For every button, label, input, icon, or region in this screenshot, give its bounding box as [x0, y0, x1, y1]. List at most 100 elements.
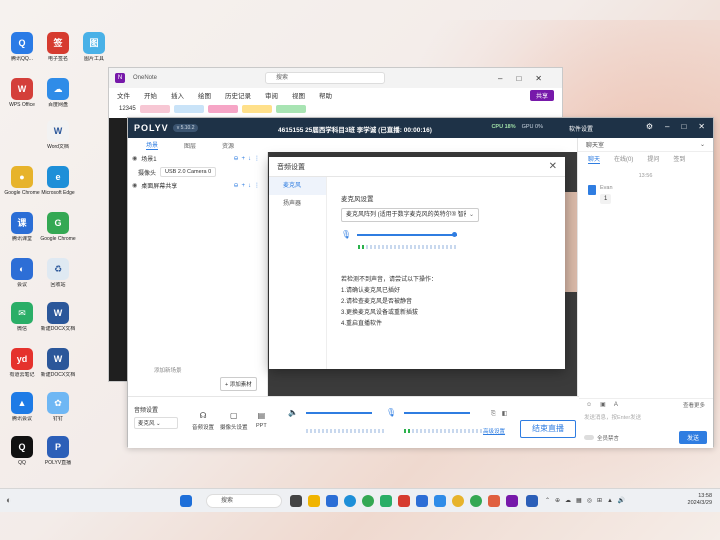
eye-icon[interactable]: ◉ — [132, 155, 137, 162]
onenote-window-controls[interactable]: –□✕ — [498, 74, 556, 83]
modal-side-item[interactable]: 麦克风 — [269, 177, 326, 195]
menu-item[interactable]: 开始 — [144, 90, 157, 100]
chat-tab[interactable]: 签到 — [673, 154, 685, 163]
app-icon[interactable] — [398, 495, 410, 507]
settings-link[interactable]: 软件设置 — [569, 124, 593, 133]
section-tab[interactable] — [139, 104, 170, 113]
mute-all-toggle[interactable] — [584, 435, 594, 440]
modal-side-item[interactable]: 扬声器 — [269, 195, 326, 213]
menu-item[interactable]: 帮助 — [319, 90, 332, 100]
weather-icon[interactable]: ◐ — [6, 495, 11, 505]
speaker-icon[interactable]: 🔈 — [288, 408, 298, 417]
desktop-icon[interactable]: 签电子签名 — [40, 32, 76, 62]
camera-settings-button[interactable]: ▢ 摄像头设置 — [220, 411, 248, 431]
desktop-icon[interactable]: 课腾讯课堂 — [4, 212, 40, 242]
menu-item[interactable]: 插入 — [171, 90, 184, 100]
ppt-button[interactable]: ▤ PPT — [256, 411, 267, 429]
section-tab[interactable] — [173, 104, 204, 113]
onenote-search-input[interactable]: 搜索 — [265, 72, 386, 84]
desktop-icon[interactable]: W 新建DOCX文档 — [40, 302, 76, 332]
chrome-icon[interactable] — [470, 495, 482, 507]
desktop-icon[interactable]: G Google Chrome — [40, 212, 76, 242]
desktop-icon[interactable]: ♻ 回收站 — [40, 258, 76, 288]
desktop-icon[interactable]: ✿ 钉钉 — [40, 392, 76, 422]
start-icon[interactable] — [180, 495, 192, 507]
section-tab[interactable] — [241, 104, 272, 113]
end-live-button[interactable]: 结束直播 — [520, 420, 576, 438]
close-icon[interactable]: ✕ — [698, 122, 705, 131]
file-explorer-icon[interactable] — [308, 495, 320, 507]
desktop-icon[interactable]: ✉ 微信 — [4, 302, 40, 332]
mic-mode-select[interactable]: 麦克风 ⌄ — [134, 417, 178, 429]
desktop-icon[interactable]: ☁ 百度网盘 — [40, 78, 76, 108]
app-icon[interactable] — [488, 495, 500, 507]
task-view-icon[interactable] — [290, 495, 302, 507]
section-tab[interactable] — [275, 104, 306, 113]
clock[interactable]: 13:58 2024/3/29 — [688, 493, 712, 507]
cloud-icon[interactable] — [434, 495, 446, 507]
wechat-icon[interactable] — [380, 495, 392, 507]
camera-row[interactable]: 摄像头 USB 2.0 Camera 0 — [128, 165, 267, 179]
scene-controls[interactable]: ⊖+↓⋮ — [233, 155, 263, 162]
bottom-tool-icons[interactable]: ⎘◧ — [491, 410, 513, 418]
image-icon[interactable]: ▣ — [600, 401, 606, 408]
speaker-volume-slider[interactable] — [306, 412, 372, 414]
desktop-icon[interactable]: W Word文档 — [40, 120, 76, 150]
system-tray-icons[interactable]: ⌃⊕☁▦◎⊞▲🔊 — [545, 497, 630, 504]
add-scene-link[interactable]: 添加新场景 — [154, 366, 182, 374]
chat-tab[interactable]: 在线(0) — [614, 154, 633, 163]
screen-controls[interactable]: ⊖+↓⋮ — [233, 182, 263, 189]
view-more-link[interactable]: 查看更多 — [683, 401, 705, 409]
gear-icon[interactable]: ⚙ — [646, 122, 653, 131]
chrome-icon[interactable] — [452, 495, 464, 507]
store-icon[interactable] — [326, 495, 338, 507]
font-icon[interactable]: A — [614, 402, 618, 408]
mic-gain-slider[interactable] — [357, 231, 458, 237]
polyv-window-controls[interactable]: ⚙ – □ ✕ — [646, 122, 705, 131]
onenote-icon[interactable] — [506, 495, 518, 507]
desktop-icon[interactable]: W 新建DOCX文档 — [40, 348, 76, 378]
scene-row[interactable]: ◉ 场景1 ⊖+↓⋮ — [128, 152, 267, 165]
section-tab[interactable] — [207, 104, 238, 113]
send-button[interactable]: 发送 — [678, 431, 707, 444]
desktop-icon[interactable]: e Microsoft Edge — [40, 166, 76, 196]
edge-icon[interactable] — [344, 495, 356, 507]
screen-share-row[interactable]: ◉ 桌面屏幕共享 ⊖+↓⋮ — [128, 179, 267, 192]
menu-item[interactable]: 视图 — [292, 90, 305, 100]
desktop-icon[interactable]: ▲ 腾讯会议 — [4, 392, 40, 422]
app-icon[interactable] — [416, 495, 428, 507]
camera-select[interactable]: USB 2.0 Camera 0 — [160, 167, 217, 177]
desktop-icon[interactable]: ● Google Chrome — [4, 166, 40, 196]
tab-0[interactable]: 场景 — [146, 140, 159, 150]
chat-input[interactable]: 发送消息，按Enter发送 — [584, 413, 707, 421]
desktop-icon[interactable]: 图图片工具 — [76, 32, 112, 62]
minimize-icon[interactable]: – — [665, 122, 669, 131]
menu-item[interactable]: 文件 — [117, 90, 130, 100]
desktop-icon[interactable]: ◐ 会议 — [4, 258, 40, 288]
audio-settings-button[interactable]: ☊ 音频设置 — [192, 411, 214, 431]
advanced-settings-link[interactable]: 高级设置 — [483, 427, 505, 435]
menu-item[interactable]: 历史记录 — [225, 90, 251, 100]
desktop-icon[interactable]: Q 腾讯QQ... — [4, 32, 40, 62]
desktop-icon[interactable]: W WPS Office — [4, 78, 40, 108]
menu-item[interactable]: 审阅 — [265, 90, 278, 100]
maximize-icon[interactable]: □ — [681, 122, 686, 131]
chat-tab[interactable]: 提问 — [647, 154, 659, 163]
share-button[interactable]: 共享 — [529, 89, 554, 101]
add-source-button[interactable]: + 添加素材 — [220, 377, 257, 391]
desktop-icon[interactable]: yd 有道云笔记 — [4, 348, 40, 378]
desktop-icon[interactable]: Q QQ — [4, 436, 40, 466]
close-icon[interactable]: ✕ — [549, 161, 557, 172]
chrome-icon[interactable] — [362, 495, 374, 507]
tab-1[interactable]: 图层 — [184, 141, 196, 150]
emoji-icon[interactable]: ☺ — [586, 402, 592, 408]
chat-tab[interactable]: 聊天 — [588, 154, 601, 164]
mic-device-select[interactable]: 麦克风阵列 (适用于数字麦克风的英特尔® 智能音频) ⌄ — [341, 208, 479, 222]
desktop-icon[interactable]: P POLYV直播 — [40, 436, 76, 466]
chevron-down-icon[interactable]: ⌄ — [700, 141, 705, 148]
menu-item[interactable]: 绘图 — [198, 90, 211, 100]
mic-icon[interactable]: 🎙 — [386, 408, 396, 417]
mic-volume-slider[interactable] — [404, 412, 470, 414]
polyv-icon[interactable] — [526, 495, 538, 507]
taskbar-search[interactable]: 搜索 — [206, 494, 282, 508]
